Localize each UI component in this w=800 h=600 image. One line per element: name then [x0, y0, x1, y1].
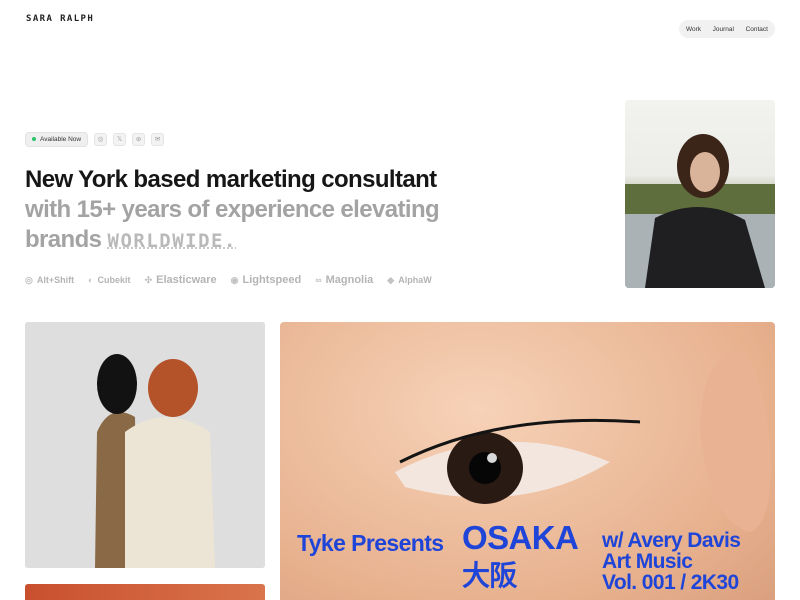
lightspeed-icon: ◉ [230, 274, 239, 285]
client-logo-label: Cubekit [97, 275, 131, 285]
main-nav: Work Journal Contact [679, 20, 775, 38]
availability-badge: Available Now [25, 131, 89, 147]
hero-section: Available Now ◎ 𝕏 ⊛ ✉ New York based mar… [25, 131, 495, 288]
headline-line-1: New York based marketing consultant [25, 166, 437, 193]
elasticware-icon: ✣ [144, 274, 153, 285]
headline-line-3: brands WORLDWIDE. [25, 225, 495, 256]
client-logo: ◎ Alt+Shift [25, 275, 74, 286]
client-logo-label: Lightspeed [242, 274, 302, 286]
client-logo: ◉ Lightspeed [231, 274, 302, 286]
dribbble-icon[interactable]: ⊛ [132, 132, 146, 146]
osaka-poster[interactable]: Tyke Presents OSAKA 大阪 w/ Avery Davis Ar… [280, 322, 775, 600]
alphaw-icon: ◆ [387, 274, 395, 285]
client-logo-label: Elasticware [156, 274, 217, 286]
headline-line-2: with 15+ years of experience elevating [25, 196, 440, 223]
portrait-photo [625, 100, 775, 288]
poster-detail-3: Vol. 001 / 2K30 [602, 571, 739, 594]
poster-title-jp: 大阪 [462, 560, 517, 591]
client-logo: ∞ Magnolia [315, 274, 373, 286]
magnolia-icon: ∞ [315, 275, 322, 285]
headline-worldwide: WORLDWIDE. [107, 230, 237, 252]
status-dot-icon [32, 137, 36, 141]
poster-detail-1: w/ Avery Davis [602, 529, 741, 552]
altshift-icon: ◎ [25, 274, 33, 285]
poster-title: OSAKA [462, 519, 579, 556]
availability-label: Available Now [40, 135, 82, 143]
poster-detail-2: Art Music [602, 550, 693, 573]
client-logo-label: Magnolia [325, 274, 374, 286]
fashion-photo[interactable] [25, 322, 265, 568]
mail-icon[interactable]: ✉ [151, 132, 165, 146]
client-logo: ◐ Cubekit [88, 275, 130, 285]
client-logo-label: AlphaW [398, 275, 432, 285]
x-icon[interactable]: 𝕏 [113, 132, 127, 146]
portrait-illustration [625, 134, 775, 288]
nav-contact[interactable]: Contact [746, 26, 768, 33]
hero-headline: New York based marketing consultant with… [25, 165, 495, 256]
poster-presenter: Tyke Presents [297, 530, 444, 556]
headline-brands: brands [25, 226, 102, 253]
nav-work[interactable]: Work [686, 26, 701, 33]
badge-row: Available Now ◎ 𝕏 ⊛ ✉ [25, 131, 495, 147]
client-logo: ◆ AlphaW [387, 275, 431, 286]
poster-details: w/ Avery Davis Art Music Vol. 001 / 2K30 [602, 529, 741, 594]
nav-journal[interactable]: Journal [713, 26, 734, 33]
instagram-icon[interactable]: ◎ [94, 132, 108, 146]
project-thumbnail[interactable] [25, 584, 265, 600]
client-logo-label: Alt+Shift [36, 275, 75, 285]
client-logo: ✣ Elasticware [145, 274, 217, 286]
site-logo[interactable]: SARA RALPH [26, 14, 94, 24]
cubekit-icon: ◐ [88, 275, 94, 285]
client-logos: ◎ Alt+Shift ◐ Cubekit ✣ Elasticware ◉ Lights… [25, 272, 495, 288]
fashion-illustration [25, 322, 265, 568]
